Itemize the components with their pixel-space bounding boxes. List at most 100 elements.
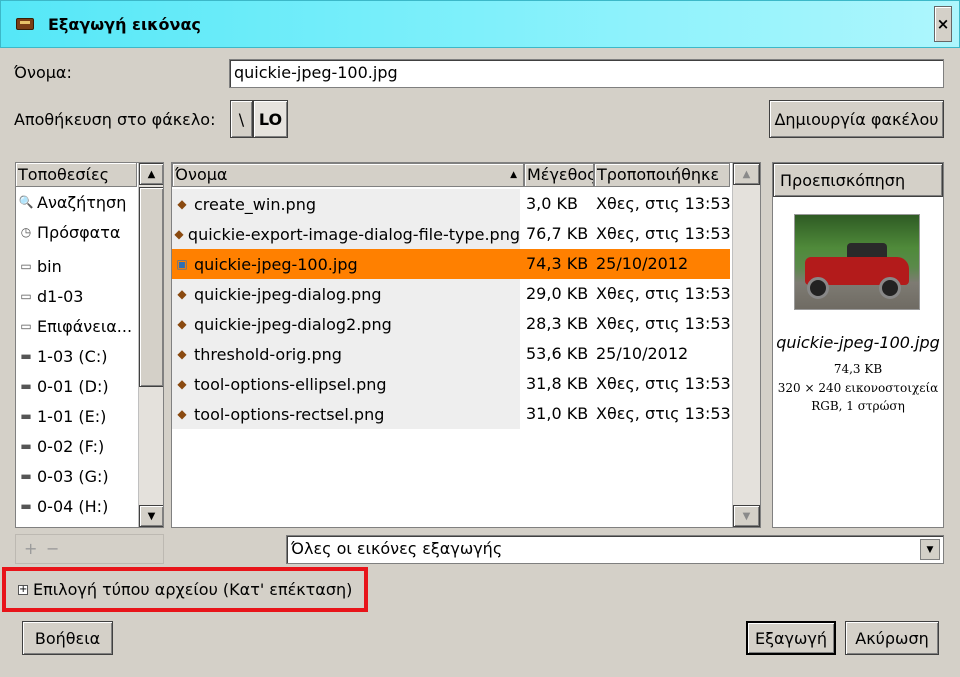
table-row[interactable]: ◆ quickie-export-image-dialog-file-type.p… <box>172 219 731 249</box>
folder-icon: ▭ <box>20 289 32 303</box>
sidebar-item-8[interactable]: ▬ 0-02 (F:) <box>16 431 134 461</box>
sidebar-item-4[interactable]: ▭ Επιφάνεια... <box>16 311 134 341</box>
column-header-name[interactable]: Όνομα ▲ <box>172 163 524 187</box>
chevron-down-icon[interactable]: ▼ <box>920 539 940 560</box>
file-name-cell: ◆ threshold-orig.png <box>172 339 520 369</box>
table-row[interactable]: ◆ quickie-jpeg-dialog.png 29,0 KB Χθες, στι… <box>172 279 731 309</box>
scroll-thumb[interactable] <box>139 187 163 387</box>
scroll-down-icon[interactable]: ▼ <box>139 505 163 527</box>
file-name-cell: ◆ tool-options-rectsel.png <box>172 399 520 429</box>
expander-plus-icon[interactable]: + <box>18 585 28 595</box>
filename-input[interactable]: quickie-jpeg-100.jpg <box>229 59 944 88</box>
sidebar-item-0[interactable]: 🔍 Αναζήτηση <box>16 187 134 217</box>
table-row[interactable]: ◆ tool-options-rectsel.png 31,0 KB Χθες, στ… <box>172 399 731 429</box>
scroll-up-icon[interactable]: ▲ <box>139 163 163 185</box>
table-row[interactable]: ◆ quickie-jpeg-dialog2.png 28,3 KB Χθες, στ… <box>172 309 731 339</box>
help-button[interactable]: Βοήθεια <box>22 621 113 655</box>
name-label: Όνομα: <box>14 63 72 82</box>
sidebar-item-label: Πρόσφατα <box>37 222 121 242</box>
preview-header[interactable]: Προεπισκόπηση <box>773 163 943 197</box>
column-header-modified[interactable]: Τροποποιήθηκε <box>594 163 730 187</box>
preview-thumbnail <box>794 214 920 310</box>
path-button-root[interactable]: \ <box>230 100 253 138</box>
file-modified: Χθες, στις 13:53 <box>596 224 731 243</box>
sidebar-item-5[interactable]: ▬ 1-03 (C:) <box>16 341 134 371</box>
sidebar-item-1[interactable]: ◷ Πρόσφατα <box>16 217 134 247</box>
file-size: 28,3 KB <box>526 314 589 333</box>
file-modified: 25/10/2012 <box>596 344 689 363</box>
drive-icon: ▬ <box>20 469 32 483</box>
export-button[interactable]: Εξαγωγή <box>746 621 836 655</box>
drive-icon: ▬ <box>20 439 32 453</box>
sidebar-item-label: 0-01 (D:) <box>37 376 109 396</box>
file-modified: Χθες, στις 13:53 <box>596 404 731 423</box>
file-list: ◆ create_win.png 3,0 KB Χθες, στις 13:53 ◆ qu… <box>172 189 731 527</box>
cancel-button[interactable]: Ακύρωση <box>845 621 939 655</box>
file-modified: Χθες, στις 13:53 <box>596 314 731 333</box>
png-file-icon: ◆ <box>174 227 184 241</box>
sidebar-item-2[interactable]: ▭ bin <box>16 251 134 281</box>
places-header[interactable]: Τοποθεσίες <box>16 163 137 187</box>
file-size: 76,7 KB <box>526 224 589 243</box>
png-file-icon: ◆ <box>177 317 187 331</box>
file-name-cell: ▣ quickie-jpeg-100.jpg <box>172 249 520 279</box>
sidebar-item-label: bin <box>37 256 62 276</box>
sidebar-item-3[interactable]: ▭ d1-03 <box>16 281 134 311</box>
folder-icon: ▭ <box>20 319 32 333</box>
file-name-cell: ◆ quickie-export-image-dialog-file-type.p… <box>172 219 520 249</box>
file-name: tool-options-ellipsel.png <box>194 374 387 394</box>
sidebar-item-label: d1-03 <box>37 286 84 306</box>
sidebar-item-label: 0-04 (H:) <box>37 496 109 516</box>
file-name-cell: ◆ quickie-jpeg-dialog.png <box>172 279 520 309</box>
sidebar-item-7[interactable]: ▬ 1-01 (E:) <box>16 401 134 431</box>
column-header-size[interactable]: Μέγεθος <box>524 163 594 187</box>
sidebar-item-label: 0-02 (F:) <box>37 436 105 456</box>
file-size: 53,6 KB <box>526 344 589 363</box>
table-row[interactable]: ◆ threshold-orig.png 53,6 KB 25/10/2012 <box>172 339 730 369</box>
create-folder-button[interactable]: Δημιουργία φακέλου <box>769 100 944 138</box>
places-scrollbar[interactable]: ▲ ▼ <box>138 163 163 527</box>
window-title: Εξαγωγή εικόνας <box>48 15 201 34</box>
remove-place-icon[interactable]: − <box>46 539 59 558</box>
sidebar-item-10[interactable]: ▬ 0-04 (H:) <box>16 491 134 521</box>
preview-size: 74,3 KB <box>833 362 883 376</box>
sort-ascending-icon: ▲ <box>510 170 517 180</box>
files-panel: Όνομα ▲ Μέγεθος Τροποποιήθηκε ◆ create_wi… <box>171 162 761 528</box>
column-name-label: Όνομα <box>175 165 228 184</box>
table-row[interactable]: ▣ quickie-jpeg-100.jpg 74,3 KB 25/10/2012 <box>172 249 730 279</box>
preview-mode: RGB, 1 στρώση <box>811 399 905 413</box>
file-name: quickie-export-image-dialog-file-type.pn… <box>187 224 520 244</box>
file-name: quickie-jpeg-100.jpg <box>194 254 358 274</box>
folder-icon: ▭ <box>20 259 32 273</box>
file-name: quickie-jpeg-dialog.png <box>194 284 382 304</box>
table-row[interactable]: ◆ tool-options-ellipsel.png 31,8 KB Χθες, σ… <box>172 369 731 399</box>
file-modified: Χθες, στις 13:53 <box>596 284 731 303</box>
drive-icon: ▬ <box>20 499 32 513</box>
file-modified: Χθες, στις 13:53 <box>596 374 731 393</box>
places-list: 🔍 Αναζήτηση ◷ Πρόσφατα ▭ bin ▭ d1-03 ▭ Επιφάνεια.… <box>16 187 138 527</box>
files-scroll-up-icon[interactable]: ▲ <box>733 163 760 185</box>
places-toolbar: + − <box>15 534 164 564</box>
file-size: 3,0 KB <box>526 194 578 213</box>
table-row[interactable]: ◆ create_win.png 3,0 KB Χθες, στις 13:53 <box>172 189 731 219</box>
files-scroll-down-icon[interactable]: ▼ <box>733 505 760 527</box>
file-filter-select[interactable]: Όλες οι εικόνες εξαγωγής ▼ <box>286 535 944 564</box>
png-file-icon: ◆ <box>177 197 187 211</box>
close-button[interactable]: × <box>934 6 952 42</box>
path-button-lo[interactable]: LO <box>253 100 288 138</box>
file-size: 31,0 KB <box>526 404 589 423</box>
sidebar-item-6[interactable]: ▬ 0-01 (D:) <box>16 371 134 401</box>
file-name: tool-options-rectsel.png <box>194 404 385 424</box>
sidebar-item-9[interactable]: ▬ 0-03 (G:) <box>16 461 134 491</box>
recent-icon: ◷ <box>20 225 32 239</box>
files-scrollbar[interactable]: ▲ ▼ <box>732 163 760 527</box>
file-modified: 25/10/2012 <box>596 254 689 273</box>
search-icon: 🔍 <box>18 195 34 209</box>
sidebar-item-label: 1-01 (E:) <box>37 406 107 426</box>
file-size: 29,0 KB <box>526 284 589 303</box>
add-place-icon[interactable]: + <box>24 539 37 558</box>
file-name-cell: ◆ quickie-jpeg-dialog2.png <box>172 309 520 339</box>
drive-icon: ▬ <box>20 409 32 423</box>
file-type-expander[interactable]: Επιλογή τύπου αρχείου (Κατ' επέκταση) <box>33 580 352 599</box>
drive-icon: ▬ <box>20 379 32 393</box>
